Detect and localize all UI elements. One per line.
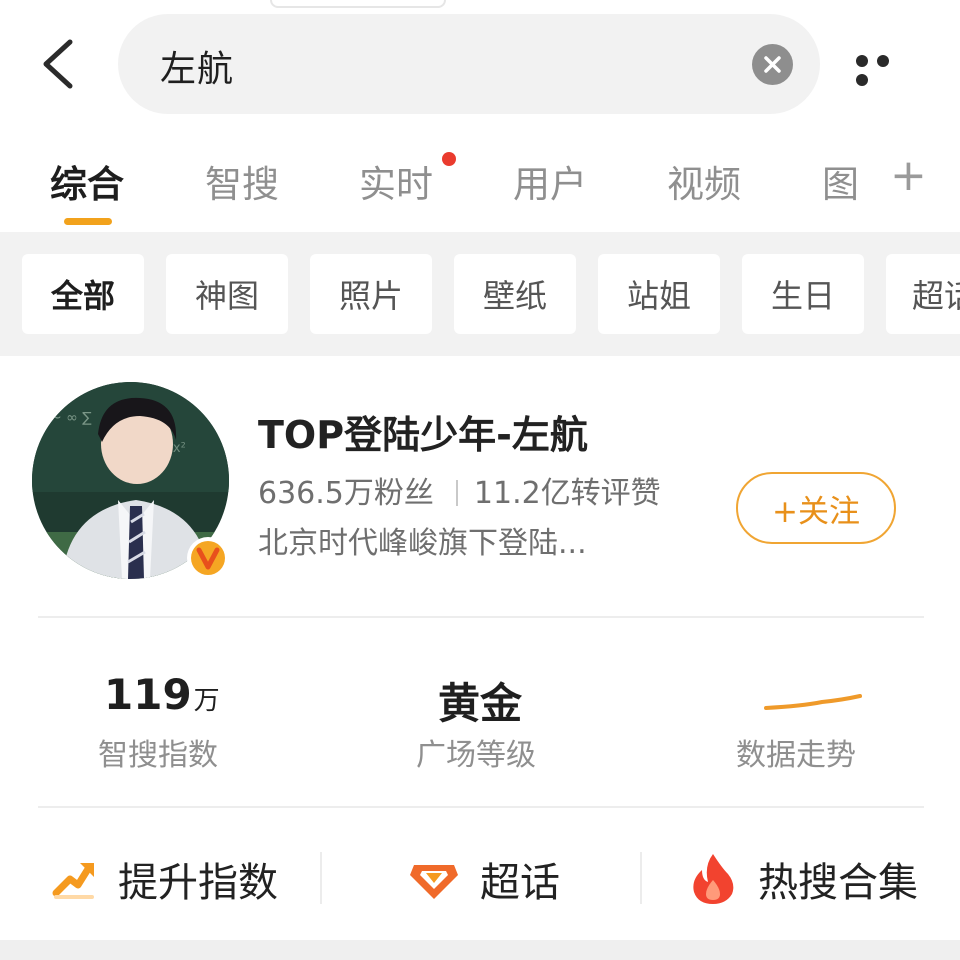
notification-dot bbox=[442, 152, 456, 166]
back-button[interactable] bbox=[34, 34, 90, 94]
search-index-label: 智搜指数 bbox=[98, 738, 218, 773]
clear-search-button[interactable] bbox=[752, 44, 793, 85]
search-index-unit: 万 bbox=[193, 686, 220, 716]
follower-count: 636.5万粉丝 bbox=[258, 476, 434, 511]
more-options-button[interactable] bbox=[856, 52, 918, 86]
tab-smart-search[interactable]: 智搜 bbox=[205, 154, 279, 208]
trending-collection-label: 热搜合集 bbox=[758, 860, 918, 906]
plaza-level-label[interactable]: 广场等级 bbox=[416, 730, 536, 774]
profile-name[interactable]: TOP登陆少年-左航 bbox=[258, 404, 588, 459]
active-tab-indicator bbox=[64, 218, 112, 225]
diamond-icon bbox=[410, 865, 458, 899]
dot bbox=[856, 55, 868, 67]
dot bbox=[856, 74, 868, 86]
tab-videos[interactable]: 视频 bbox=[667, 154, 741, 208]
boost-index-button[interactable]: 提升指数 bbox=[50, 844, 278, 914]
stat-divider bbox=[455, 480, 458, 506]
dot bbox=[877, 55, 889, 67]
verified-badge-icon bbox=[186, 536, 230, 580]
filter-all[interactable]: 全部 bbox=[22, 254, 144, 334]
filter-supertopic[interactable]: 超话 bbox=[886, 254, 960, 334]
engagement-count: 11.2亿转评赞 bbox=[473, 476, 661, 511]
chevron-left-icon bbox=[43, 39, 73, 89]
bottom-gap bbox=[0, 940, 960, 960]
filter-wallpapers[interactable]: 壁纸 bbox=[454, 254, 576, 334]
divider bbox=[38, 616, 924, 618]
close-icon bbox=[764, 56, 781, 73]
filter-fansite[interactable]: 站姐 bbox=[598, 254, 720, 334]
status-pill bbox=[270, 0, 446, 8]
supertopic-label: 超话 bbox=[480, 860, 560, 906]
tab-comprehensive[interactable]: 综合 bbox=[50, 154, 124, 208]
search-index-number: 119 bbox=[104, 670, 192, 719]
profile-description: 北京时代峰峻旗下登陆... bbox=[258, 526, 587, 561]
tab-users[interactable]: 用户 bbox=[513, 154, 587, 208]
divider bbox=[38, 806, 924, 808]
filter-birthday[interactable]: 生日 bbox=[742, 254, 864, 334]
search-index-value: 119万 bbox=[104, 670, 220, 719]
search-input[interactable]: 左航 bbox=[160, 40, 234, 92]
trend-sparkline-icon[interactable] bbox=[762, 688, 866, 718]
filter-photos[interactable]: 照片 bbox=[310, 254, 432, 334]
data-trend-label[interactable]: 数据走势 bbox=[736, 730, 856, 774]
follow-button[interactable]: +关注 bbox=[736, 472, 896, 544]
divider bbox=[640, 852, 642, 904]
boost-index-label: 提升指数 bbox=[118, 860, 278, 906]
filter-classic-pics[interactable]: 神图 bbox=[166, 254, 288, 334]
plaza-level-value: 黄金 bbox=[438, 679, 523, 728]
fire-icon bbox=[693, 854, 734, 904]
boost-arrow-icon bbox=[52, 863, 94, 899]
profile-stats: 636.5万粉丝 11.2亿转评赞 bbox=[258, 468, 661, 512]
add-tab-icon[interactable]: + bbox=[890, 150, 927, 201]
tab-images[interactable]: 图 bbox=[822, 154, 859, 208]
tab-realtime[interactable]: 实时 bbox=[359, 154, 433, 208]
trending-collection-button[interactable]: 热搜合集 bbox=[688, 844, 918, 914]
svg-text:~ ∞ ∑: ~ ∞ ∑ bbox=[50, 410, 92, 426]
supertopic-button[interactable]: 超话 bbox=[408, 844, 560, 914]
divider bbox=[320, 852, 322, 904]
